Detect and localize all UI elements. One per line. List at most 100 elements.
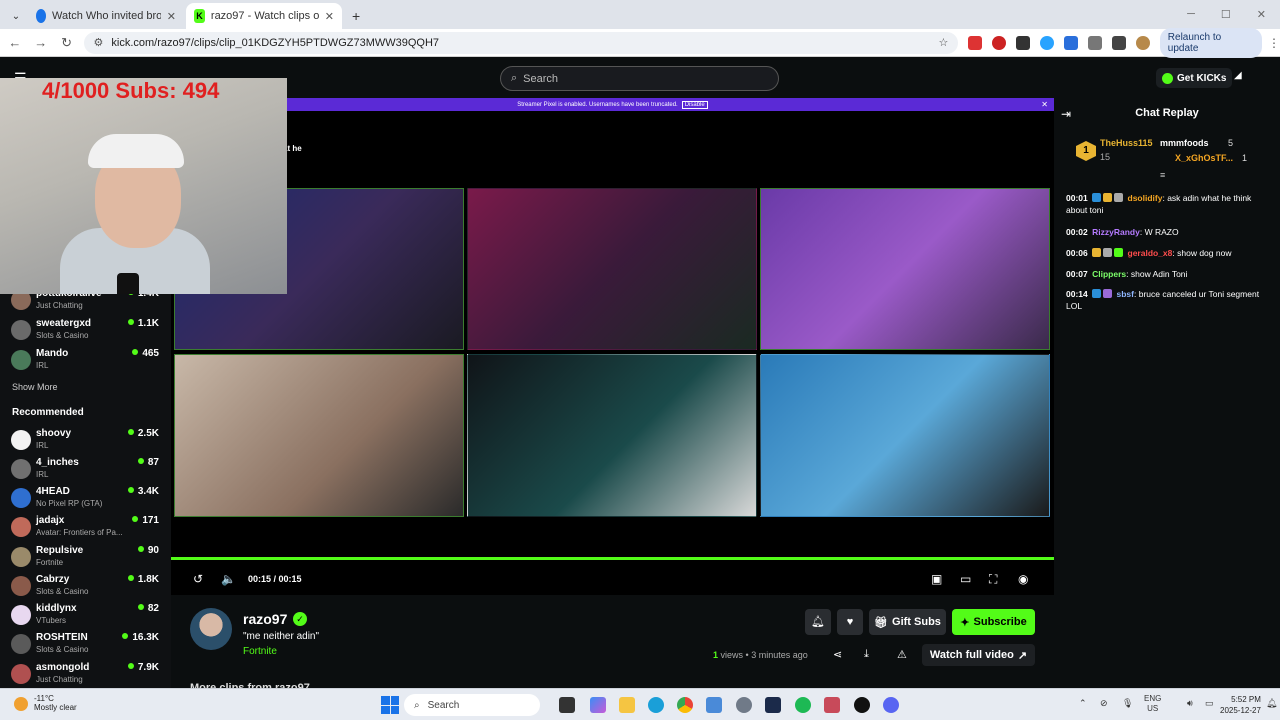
video-player[interactable]: Streamer Pixel is enabled. Usernames hav… — [171, 98, 1054, 595]
kebab-menu-icon[interactable]: ⋮ — [1268, 36, 1280, 50]
copilot-icon[interactable] — [590, 697, 606, 713]
sidebar-channel[interactable]: shoovy IRL 2.5K — [11, 428, 163, 454]
windows-start-icon[interactable] — [381, 696, 399, 714]
sidebar-channel[interactable]: kiddlynx VTubers 82 — [11, 603, 163, 629]
sidebar-channel[interactable]: 4HEAD No Pixel RP (GTA) 3.4K — [11, 486, 163, 512]
relaunch-button[interactable]: Relaunch to update — [1159, 27, 1263, 58]
tab-kick-clip[interactable]: K razo97 - Watch clips on Kick ✕ — [186, 3, 342, 29]
snipping-tool-icon[interactable] — [824, 697, 840, 713]
message-user[interactable]: dsolidify — [1128, 193, 1163, 203]
channel-name[interactable]: razo97 — [243, 611, 287, 627]
theater-mode-icon[interactable]: ▭ — [960, 572, 971, 586]
maximize-icon[interactable]: ☐ — [1221, 8, 1231, 21]
top-gifter-name[interactable]: TheHuss115 — [1100, 138, 1153, 148]
message-user[interactable]: RizzyRandy — [1092, 227, 1140, 237]
obs-icon[interactable] — [854, 697, 870, 713]
report-icon[interactable]: ⚠ — [897, 648, 907, 661]
message-user[interactable]: sbsf — [1117, 289, 1134, 299]
get-kicks-button[interactable]: Get KICKs — [1156, 68, 1233, 88]
taskbar-search-input[interactable]: ⌕ Search — [404, 694, 540, 716]
search-input[interactable]: ⌕ Search — [500, 66, 779, 91]
download-icon[interactable]: ⤓ — [864, 648, 869, 661]
extension-icon[interactable] — [1016, 35, 1031, 50]
file-explorer-icon[interactable] — [619, 697, 635, 713]
video-tile — [174, 354, 464, 517]
url-field[interactable]: ⚙ kick.com/razo97/clips/clip_01KDGZYH5PT… — [83, 31, 959, 54]
sidebar-channel[interactable]: Repulsive Fortnite 90 — [11, 545, 163, 571]
close-tab-icon[interactable]: ✕ — [325, 10, 334, 23]
follow-heart-button[interactable]: ♥ — [837, 609, 863, 635]
extension-icon[interactable] — [968, 35, 983, 50]
battery-icon[interactable]: ▭ — [1205, 698, 1214, 709]
sidebar-channel[interactable]: jadajx Avatar: Frontiers of Pa... 171 — [11, 515, 163, 541]
microphone-icon[interactable]: 🎙︎ — [1122, 698, 1133, 709]
tray-overflow-icon[interactable]: ⌃ — [1079, 698, 1087, 709]
sidebar-channel[interactable]: Mando IRL 465 — [11, 348, 163, 374]
spotify-icon[interactable] — [795, 697, 811, 713]
language-code: ENG — [1144, 694, 1162, 703]
extension-icon[interactable] — [1040, 35, 1055, 50]
gift-subs-button[interactable]: 🎁︎ Gift Subs — [869, 609, 946, 635]
gifter-name[interactable]: X_xGhOsTF... — [1175, 153, 1233, 163]
progress-bar[interactable] — [171, 557, 1054, 560]
channel-name: Repulsive — [36, 545, 84, 556]
channel-name: Mando — [36, 348, 69, 359]
banner-disable-button[interactable]: Disable — [681, 100, 708, 109]
gifter-name[interactable]: mmmfoods — [1160, 138, 1209, 148]
network-off-icon[interactable]: ⊘ — [1100, 698, 1108, 709]
tab-stream[interactable]: Watch Who invited bro? | Strea ✕ — [28, 3, 184, 29]
close-tab-icon[interactable]: ✕ — [167, 10, 176, 23]
reload-icon[interactable]: ↻ — [54, 35, 80, 51]
settings-icon[interactable] — [736, 697, 752, 713]
expand-gifters-icon[interactable]: ≡ — [1160, 170, 1165, 180]
sidebar-channel[interactable]: 4_inches IRL 87 — [11, 457, 163, 483]
sidebar-channel[interactable]: ROSHTEIN Slots & Casino 16.3K — [11, 632, 163, 658]
banner-close-icon[interactable]: ✕ — [1041, 100, 1048, 109]
forward-icon[interactable]: → — [28, 35, 54, 50]
notifications-icon[interactable]: 🔔︎ — [1266, 698, 1277, 709]
discord-icon[interactable] — [883, 697, 899, 713]
playback-speed-icon[interactable]: ◉ — [1018, 572, 1028, 586]
replay-icon[interactable]: ↺ — [193, 572, 203, 586]
extension-icon[interactable] — [1064, 35, 1079, 50]
back-icon[interactable]: ← — [2, 35, 28, 50]
puzzle-icon[interactable] — [1088, 35, 1102, 50]
message-user[interactable]: geraldo_x8 — [1128, 248, 1173, 258]
watch-full-video-button[interactable]: Watch full video ↗ — [922, 644, 1035, 666]
notepad-icon[interactable] — [706, 697, 722, 713]
chrome-icon[interactable] — [677, 697, 693, 713]
volume-icon[interactable]: 🔊︎ — [1187, 698, 1193, 709]
notification-bell-button[interactable]: 🔔︎ — [805, 609, 831, 635]
channel-name: kiddlynx — [36, 603, 77, 614]
task-view-icon[interactable] — [559, 697, 575, 713]
channel-avatar[interactable] — [190, 608, 232, 650]
site-info-icon[interactable]: ⚙ — [94, 36, 104, 49]
system-clock[interactable]: 5:52 PM 2025-12-27 — [1220, 694, 1261, 716]
message-user[interactable]: Clippers — [1092, 269, 1126, 279]
subscribe-button[interactable]: ✦ Subscribe — [952, 609, 1035, 635]
fullscreen-icon[interactable]: ⛶ — [989, 572, 997, 587]
vscode-icon[interactable] — [765, 697, 781, 713]
language-indicator[interactable]: ENG US — [1144, 694, 1161, 714]
profile-avatar[interactable] — [1135, 35, 1150, 50]
edge-icon[interactable] — [648, 697, 664, 713]
show-more-link[interactable]: Show More — [12, 382, 58, 392]
new-tab-button[interactable]: + — [344, 3, 368, 29]
sidebar-channel[interactable]: Cabrzy Slots & Casino 1.8K — [11, 574, 163, 600]
reading-list-icon[interactable] — [1111, 35, 1126, 50]
sidebar-channel[interactable]: asmongold Just Chatting 7.9K — [11, 662, 163, 688]
weather-icon[interactable] — [14, 697, 28, 711]
share-icon[interactable]: ⋖ — [833, 648, 842, 661]
clip-category[interactable]: Fortnite — [243, 646, 277, 657]
close-window-icon[interactable]: ✕ — [1257, 8, 1266, 21]
bookmark-star-icon[interactable]: ☆ — [939, 36, 949, 49]
extension-icon[interactable] — [992, 35, 1007, 50]
volume-icon[interactable]: 🔈 — [221, 572, 236, 586]
watch-full-label: Watch full video — [929, 649, 1014, 661]
miniplayer-icon[interactable]: ▣ — [931, 572, 942, 586]
weather-widget[interactable]: -11°C Mostly clear — [34, 694, 77, 712]
sidebar-channel[interactable]: sweatergxd Slots & Casino 1.1K — [11, 318, 163, 344]
user-avatar-icon[interactable]: ◢ — [1234, 70, 1254, 86]
tab-list-button[interactable]: ⌄ — [6, 3, 26, 29]
minimize-icon[interactable]: ─ — [1187, 8, 1195, 21]
